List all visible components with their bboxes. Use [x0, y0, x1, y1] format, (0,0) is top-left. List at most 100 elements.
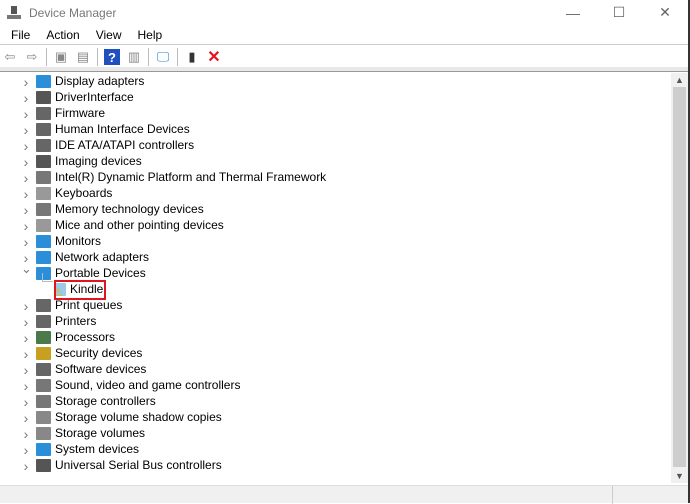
expand-chevron-icon[interactable]: ›: [21, 106, 31, 122]
expand-chevron-icon[interactable]: ›: [21, 442, 31, 458]
scrollbar-thumb[interactable]: [673, 87, 686, 467]
device-category-icon: [36, 442, 51, 456]
device-label: Intel(R) Dynamic Platform and Thermal Fr…: [55, 170, 327, 184]
device-category-icon: [36, 202, 51, 216]
device-category-icon: [36, 394, 51, 408]
menu-file[interactable]: File: [3, 28, 38, 42]
device-label: System devices: [55, 442, 140, 456]
expand-chevron-icon[interactable]: ›: [21, 298, 31, 314]
menu-view[interactable]: View: [88, 28, 130, 42]
expand-chevron-icon[interactable]: ›: [21, 122, 31, 138]
device-category[interactable]: Storage volumes: [36, 425, 145, 441]
device-category[interactable]: Keyboards: [36, 185, 112, 201]
expand-chevron-icon[interactable]: ›: [21, 410, 31, 426]
device-category-icon: [36, 154, 51, 168]
expand-chevron-icon[interactable]: ›: [21, 170, 31, 186]
collapse-chevron-icon[interactable]: ⌄: [21, 261, 32, 277]
tree-connector: [42, 273, 53, 282]
device-category[interactable]: Intel(R) Dynamic Platform and Thermal Fr…: [36, 169, 326, 185]
forward-icon[interactable]: ⇨: [24, 49, 40, 65]
properties-icon[interactable]: ▣: [53, 49, 69, 65]
expand-chevron-icon[interactable]: ›: [21, 138, 31, 154]
device-category-icon: [36, 314, 51, 328]
scroll-down-icon[interactable]: ▼: [671, 471, 688, 481]
expand-chevron-icon[interactable]: ›: [21, 458, 31, 474]
device-category-icon: [36, 90, 51, 104]
device-category-icon: [36, 346, 51, 360]
device-category-icon: [36, 106, 51, 120]
device-category[interactable]: System devices: [36, 441, 139, 457]
menu-help[interactable]: Help: [130, 28, 171, 42]
device-category[interactable]: Imaging devices: [36, 153, 142, 169]
device-category-icon: [36, 458, 51, 472]
minimize-button[interactable]: —: [550, 0, 596, 25]
menu-bar: File Action View Help: [0, 25, 170, 45]
expand-chevron-icon[interactable]: ›: [21, 346, 31, 362]
expand-chevron-icon[interactable]: ›: [21, 202, 31, 218]
device-category-icon: [36, 138, 51, 152]
menu-action[interactable]: Action: [38, 28, 87, 42]
divider: [0, 44, 688, 45]
device-label: Storage controllers: [55, 394, 156, 408]
expand-chevron-icon[interactable]: ›: [21, 394, 31, 410]
device-category[interactable]: Firmware: [36, 105, 105, 121]
device-label: Universal Serial Bus controllers: [55, 458, 222, 472]
scan-hardware-icon[interactable]: 🖵: [155, 49, 171, 65]
device-category[interactable]: Memory technology devices: [36, 201, 204, 217]
device-category[interactable]: Storage controllers: [36, 393, 156, 409]
device-category[interactable]: Display adapters: [36, 73, 144, 89]
help-icon[interactable]: ?: [104, 49, 120, 65]
device-category[interactable]: Network adapters: [36, 249, 149, 265]
expand-chevron-icon[interactable]: ›: [21, 378, 31, 394]
vertical-scrollbar[interactable]: ▲ ▼: [671, 73, 688, 483]
device-category[interactable]: Storage volume shadow copies: [36, 409, 222, 425]
scroll-up-icon[interactable]: ▲: [671, 75, 688, 85]
device-label: Storage volumes: [55, 426, 146, 440]
uninstall-icon[interactable]: ✕: [206, 49, 222, 66]
expand-chevron-icon[interactable]: ›: [21, 154, 31, 170]
device-category-icon: [36, 298, 51, 312]
device-category-icon: [36, 122, 51, 136]
device-category[interactable]: Print queues: [36, 297, 122, 313]
expand-chevron-icon[interactable]: ›: [21, 314, 31, 330]
device-label: Display adapters: [55, 74, 145, 88]
maximize-button[interactable]: ☐: [596, 0, 642, 25]
device-category[interactable]: Universal Serial Bus controllers: [36, 457, 222, 473]
expand-chevron-icon[interactable]: ›: [21, 74, 31, 90]
device-category[interactable]: Software devices: [36, 361, 146, 377]
device-category-icon: [36, 410, 51, 424]
device-category[interactable]: Mice and other pointing devices: [36, 217, 224, 233]
device-category[interactable]: Printers: [36, 313, 96, 329]
action-pane-icon[interactable]: ▥: [126, 49, 142, 65]
close-button[interactable]: ✕: [642, 0, 688, 25]
device-category-icon: [36, 170, 51, 184]
device-category[interactable]: Processors: [36, 329, 115, 345]
device-category[interactable]: IDE ATA/ATAPI controllers: [36, 137, 194, 153]
update-driver-icon[interactable]: ▮: [184, 49, 200, 65]
device-category[interactable]: Security devices: [36, 345, 142, 361]
device-label: Print queues: [55, 298, 123, 312]
device-label: Network adapters: [55, 250, 150, 264]
device-label: DriverInterface: [55, 90, 134, 104]
device-label: Storage volume shadow copies: [55, 410, 222, 424]
device-category[interactable]: DriverInterface: [36, 89, 134, 105]
device-label: Software devices: [55, 362, 147, 376]
device-label: Security devices: [55, 346, 143, 360]
toolbar-separator: [177, 48, 178, 66]
expand-chevron-icon[interactable]: ›: [21, 218, 31, 234]
expand-chevron-icon[interactable]: ›: [21, 90, 31, 106]
device-label: Firmware: [55, 106, 105, 120]
device-category[interactable]: Monitors: [36, 233, 101, 249]
console-tree-icon[interactable]: ▤: [75, 49, 91, 65]
back-icon[interactable]: ⇦: [2, 49, 18, 65]
expand-chevron-icon[interactable]: ›: [21, 330, 31, 346]
expand-chevron-icon[interactable]: ›: [21, 186, 31, 202]
device-category-icon: [36, 378, 51, 392]
device-label: Processors: [55, 330, 116, 344]
expand-chevron-icon[interactable]: ›: [21, 234, 31, 250]
expand-chevron-icon[interactable]: ›: [21, 362, 31, 378]
device-label: Portable Devices: [55, 266, 146, 280]
device-category[interactable]: Human Interface Devices: [36, 121, 190, 137]
device-category[interactable]: Sound, video and game controllers: [36, 377, 240, 393]
expand-chevron-icon[interactable]: ›: [21, 426, 31, 442]
